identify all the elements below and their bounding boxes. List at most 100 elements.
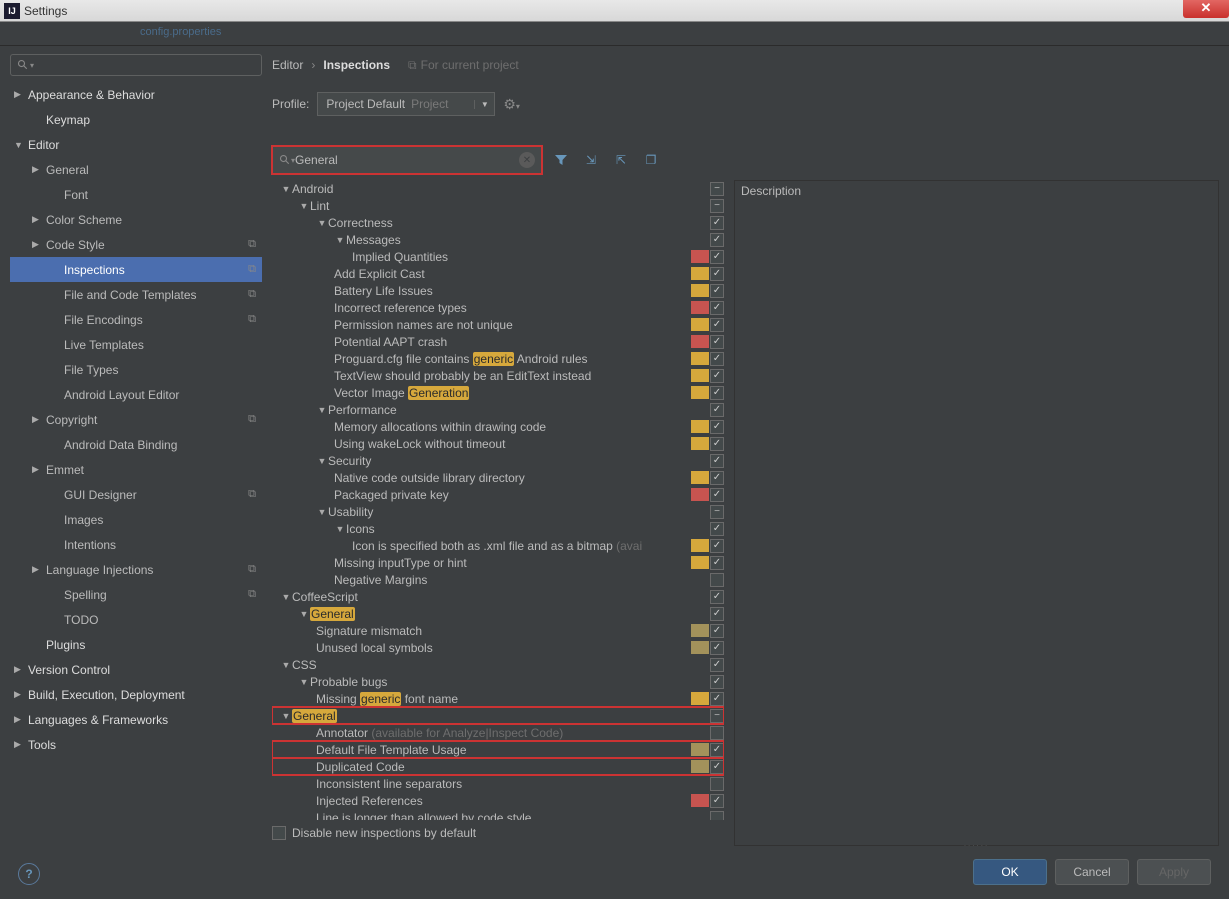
checkbox[interactable] <box>710 352 724 366</box>
sidebar-item[interactable]: ▶Tools <box>10 732 262 757</box>
inspection-row[interactable]: Unused local symbols <box>272 639 724 656</box>
inspection-row[interactable]: Negative Margins <box>272 571 724 588</box>
sidebar-item[interactable]: ▶Color Scheme <box>10 207 262 232</box>
inspection-row[interactable]: ▼CSS <box>272 656 724 673</box>
sidebar-item[interactable]: Live Templates <box>10 332 262 357</box>
inspection-row[interactable]: Incorrect reference types <box>272 299 724 316</box>
inspection-row[interactable]: Missing generic font name <box>272 690 724 707</box>
checkbox[interactable] <box>710 709 724 723</box>
inspection-row[interactable]: ▼Security <box>272 452 724 469</box>
inspection-row[interactable]: ▼Lint <box>272 197 724 214</box>
profile-select[interactable]: Project Default Project ▼ <box>317 92 495 116</box>
checkbox[interactable] <box>710 335 724 349</box>
checkbox[interactable] <box>710 624 724 638</box>
inspection-row[interactable]: Add Explicit Cast <box>272 265 724 282</box>
sidebar-item[interactable]: ▶Copyright⧉ <box>10 407 262 432</box>
checkbox[interactable] <box>272 826 286 840</box>
sidebar-item[interactable]: Inspections⧉ <box>10 257 262 282</box>
inspection-row[interactable]: Missing inputType or hint <box>272 554 724 571</box>
close-button[interactable]: ✕ <box>1183 0 1229 18</box>
cancel-button[interactable]: Cancel <box>1055 859 1129 885</box>
ok-button[interactable]: OK <box>973 859 1047 885</box>
inspection-row[interactable]: ▼Performance <box>272 401 724 418</box>
resize-handle[interactable]: ...... <box>735 839 1218 845</box>
inspection-row[interactable]: Vector Image Generation <box>272 384 724 401</box>
inspection-search-input[interactable] <box>295 153 519 167</box>
sidebar-item[interactable]: ▶Languages & Frameworks <box>10 707 262 732</box>
collapse-all-icon[interactable]: ⇱ <box>610 149 632 171</box>
checkbox[interactable] <box>710 539 724 553</box>
checkbox[interactable] <box>710 573 724 587</box>
checkbox[interactable] <box>710 556 724 570</box>
checkbox[interactable] <box>710 437 724 451</box>
inspection-row[interactable]: ▼General <box>272 707 724 724</box>
sidebar-item[interactable]: Android Layout Editor <box>10 382 262 407</box>
sidebar-item[interactable]: ▶Code Style⧉ <box>10 232 262 257</box>
inspection-search[interactable]: ▾ ✕ <box>272 146 542 174</box>
filter-icon[interactable] <box>550 149 572 171</box>
inspection-row[interactable]: ▼Android <box>272 180 724 197</box>
sidebar-item[interactable]: Intentions <box>10 532 262 557</box>
inspection-row[interactable]: ▼Probable bugs <box>272 673 724 690</box>
checkbox[interactable] <box>710 403 724 417</box>
checkbox[interactable] <box>710 233 724 247</box>
checkbox[interactable] <box>710 216 724 230</box>
checkbox[interactable] <box>710 369 724 383</box>
sidebar-item[interactable]: Keymap <box>10 107 262 132</box>
checkbox[interactable] <box>710 607 724 621</box>
inspection-row[interactable]: Duplicated Code <box>272 758 724 775</box>
checkbox[interactable] <box>710 777 724 791</box>
inspection-row[interactable]: ▼Usability <box>272 503 724 520</box>
inspection-row[interactable]: ▼Messages <box>272 231 724 248</box>
tab-inactive[interactable]: config.properties <box>130 22 231 45</box>
inspection-row[interactable]: Using wakeLock without timeout <box>272 435 724 452</box>
inspection-row[interactable]: Default File Template Usage <box>272 741 724 758</box>
help-button[interactable]: ? <box>18 863 40 885</box>
sidebar-item[interactable]: ▶Build, Execution, Deployment <box>10 682 262 707</box>
inspection-row[interactable]: ▼General <box>272 605 724 622</box>
sidebar-item[interactable]: Spelling⧉ <box>10 582 262 607</box>
inspection-row[interactable]: ▼Icons <box>272 520 724 537</box>
sidebar-item[interactable]: GUI Designer⧉ <box>10 482 262 507</box>
apply-button[interactable]: Apply <box>1137 859 1211 885</box>
clear-icon[interactable]: ✕ <box>519 152 535 168</box>
disable-new-inspections[interactable]: Disable new inspections by default <box>272 820 724 846</box>
inspection-row[interactable]: ▼CoffeeScript <box>272 588 724 605</box>
checkbox[interactable] <box>710 658 724 672</box>
sidebar-item[interactable]: ▶Appearance & Behavior <box>10 82 262 107</box>
sidebar-item[interactable]: Android Data Binding <box>10 432 262 457</box>
inspection-row[interactable]: Implied Quantities <box>272 248 724 265</box>
sidebar-item[interactable]: ▶Emmet <box>10 457 262 482</box>
checkbox[interactable] <box>710 811 724 821</box>
checkbox[interactable] <box>710 301 724 315</box>
inspection-row[interactable]: Battery Life Issues <box>272 282 724 299</box>
inspection-row[interactable]: Proguard.cfg file contains generic Andro… <box>272 350 724 367</box>
inspection-row[interactable]: Annotator (available for Analyze|Inspect… <box>272 724 724 741</box>
sidebar-item[interactable]: File Encodings⧉ <box>10 307 262 332</box>
checkbox[interactable] <box>710 760 724 774</box>
sidebar-item[interactable]: ▶Version Control <box>10 657 262 682</box>
inspection-row[interactable]: Line is longer than allowed by code styl… <box>272 809 724 820</box>
checkbox[interactable] <box>710 284 724 298</box>
inspection-row[interactable]: Signature mismatch <box>272 622 724 639</box>
sidebar-item[interactable]: Images <box>10 507 262 532</box>
sidebar-item[interactable]: ▶Language Injections⧉ <box>10 557 262 582</box>
sidebar-search[interactable]: ▾ <box>10 54 262 76</box>
checkbox[interactable] <box>710 420 724 434</box>
sidebar-item[interactable]: Plugins <box>10 632 262 657</box>
checkbox[interactable] <box>710 794 724 808</box>
checkbox[interactable] <box>710 692 724 706</box>
inspection-row[interactable]: Native code outside library directory <box>272 469 724 486</box>
checkbox[interactable] <box>710 488 724 502</box>
inspection-row[interactable]: Permission names are not unique <box>272 316 724 333</box>
checkbox[interactable] <box>710 743 724 757</box>
checkbox[interactable] <box>710 505 724 519</box>
inspection-row[interactable]: Icon is specified both as .xml file and … <box>272 537 724 554</box>
inspection-row[interactable]: Potential AAPT crash <box>272 333 724 350</box>
checkbox[interactable] <box>710 590 724 604</box>
inspection-row[interactable]: Injected References <box>272 792 724 809</box>
sidebar-item[interactable]: File Types <box>10 357 262 382</box>
checkbox[interactable] <box>710 267 724 281</box>
sidebar-item[interactable]: ▼Editor <box>10 132 262 157</box>
checkbox[interactable] <box>710 454 724 468</box>
